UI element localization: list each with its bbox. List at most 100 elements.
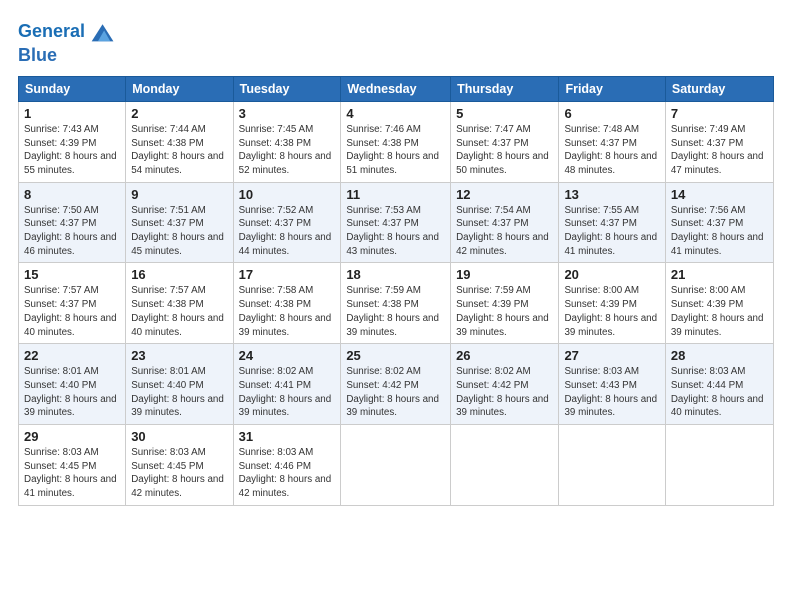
weekday-header-row: SundayMondayTuesdayWednesdayThursdayFrid… xyxy=(19,76,774,101)
day-info: Sunrise: 7:51 AM Sunset: 4:37 PM Dayligh… xyxy=(131,204,227,259)
day-info: Sunrise: 7:43 AM Sunset: 4:39 PM Dayligh… xyxy=(24,123,120,178)
calendar-cell: 5 Sunrise: 7:47 AM Sunset: 4:37 PM Dayli… xyxy=(451,101,559,182)
weekday-header-friday: Friday xyxy=(559,76,665,101)
day-number: 21 xyxy=(671,267,768,282)
calendar-cell: 13 Sunrise: 7:55 AM Sunset: 4:37 PM Dayl… xyxy=(559,182,665,263)
calendar-cell: 4 Sunrise: 7:46 AM Sunset: 4:38 PM Dayli… xyxy=(341,101,451,182)
day-info: Sunrise: 7:48 AM Sunset: 4:37 PM Dayligh… xyxy=(564,123,659,178)
calendar-cell: 20 Sunrise: 8:00 AM Sunset: 4:39 PM Dayl… xyxy=(559,263,665,344)
logo-text: General xyxy=(18,22,85,42)
calendar-cell: 25 Sunrise: 8:02 AM Sunset: 4:42 PM Dayl… xyxy=(341,344,451,425)
day-number: 25 xyxy=(346,348,445,363)
day-info: Sunrise: 8:02 AM Sunset: 4:41 PM Dayligh… xyxy=(239,365,336,420)
logo-blue-text: Blue xyxy=(18,46,115,66)
day-number: 28 xyxy=(671,348,768,363)
calendar-cell: 22 Sunrise: 8:01 AM Sunset: 4:40 PM Dayl… xyxy=(19,344,126,425)
calendar-cell: 30 Sunrise: 8:03 AM Sunset: 4:45 PM Dayl… xyxy=(126,425,233,506)
day-info: Sunrise: 8:02 AM Sunset: 4:42 PM Dayligh… xyxy=(456,365,553,420)
day-info: Sunrise: 8:00 AM Sunset: 4:39 PM Dayligh… xyxy=(671,284,768,339)
calendar-cell: 9 Sunrise: 7:51 AM Sunset: 4:37 PM Dayli… xyxy=(126,182,233,263)
calendar-cell: 19 Sunrise: 7:59 AM Sunset: 4:39 PM Dayl… xyxy=(451,263,559,344)
calendar-cell: 12 Sunrise: 7:54 AM Sunset: 4:37 PM Dayl… xyxy=(451,182,559,263)
day-number: 17 xyxy=(239,267,336,282)
calendar-cell: 27 Sunrise: 8:03 AM Sunset: 4:43 PM Dayl… xyxy=(559,344,665,425)
calendar-cell: 3 Sunrise: 7:45 AM Sunset: 4:38 PM Dayli… xyxy=(233,101,341,182)
calendar-week-row: 22 Sunrise: 8:01 AM Sunset: 4:40 PM Dayl… xyxy=(19,344,774,425)
calendar-cell: 10 Sunrise: 7:52 AM Sunset: 4:37 PM Dayl… xyxy=(233,182,341,263)
calendar-cell: 18 Sunrise: 7:59 AM Sunset: 4:38 PM Dayl… xyxy=(341,263,451,344)
calendar-cell: 11 Sunrise: 7:53 AM Sunset: 4:37 PM Dayl… xyxy=(341,182,451,263)
day-number: 24 xyxy=(239,348,336,363)
calendar-cell xyxy=(665,425,773,506)
day-info: Sunrise: 8:01 AM Sunset: 4:40 PM Dayligh… xyxy=(131,365,227,420)
day-info: Sunrise: 7:53 AM Sunset: 4:37 PM Dayligh… xyxy=(346,204,445,259)
day-info: Sunrise: 7:49 AM Sunset: 4:37 PM Dayligh… xyxy=(671,123,768,178)
day-info: Sunrise: 8:03 AM Sunset: 4:44 PM Dayligh… xyxy=(671,365,768,420)
calendar-week-row: 8 Sunrise: 7:50 AM Sunset: 4:37 PM Dayli… xyxy=(19,182,774,263)
calendar-cell xyxy=(341,425,451,506)
day-info: Sunrise: 7:57 AM Sunset: 4:38 PM Dayligh… xyxy=(131,284,227,339)
day-info: Sunrise: 7:57 AM Sunset: 4:37 PM Dayligh… xyxy=(24,284,120,339)
day-number: 8 xyxy=(24,187,120,202)
day-number: 10 xyxy=(239,187,336,202)
day-info: Sunrise: 8:03 AM Sunset: 4:46 PM Dayligh… xyxy=(239,446,336,501)
weekday-header-sunday: Sunday xyxy=(19,76,126,101)
day-info: Sunrise: 7:58 AM Sunset: 4:38 PM Dayligh… xyxy=(239,284,336,339)
day-number: 16 xyxy=(131,267,227,282)
day-number: 22 xyxy=(24,348,120,363)
day-number: 5 xyxy=(456,106,553,121)
day-info: Sunrise: 8:03 AM Sunset: 4:45 PM Dayligh… xyxy=(24,446,120,501)
calendar-cell: 8 Sunrise: 7:50 AM Sunset: 4:37 PM Dayli… xyxy=(19,182,126,263)
calendar-table: SundayMondayTuesdayWednesdayThursdayFrid… xyxy=(18,76,774,506)
calendar-week-row: 29 Sunrise: 8:03 AM Sunset: 4:45 PM Dayl… xyxy=(19,425,774,506)
day-info: Sunrise: 7:46 AM Sunset: 4:38 PM Dayligh… xyxy=(346,123,445,178)
calendar-cell: 7 Sunrise: 7:49 AM Sunset: 4:37 PM Dayli… xyxy=(665,101,773,182)
calendar-week-row: 1 Sunrise: 7:43 AM Sunset: 4:39 PM Dayli… xyxy=(19,101,774,182)
calendar-cell xyxy=(559,425,665,506)
day-number: 23 xyxy=(131,348,227,363)
day-info: Sunrise: 8:03 AM Sunset: 4:45 PM Dayligh… xyxy=(131,446,227,501)
calendar-cell: 29 Sunrise: 8:03 AM Sunset: 4:45 PM Dayl… xyxy=(19,425,126,506)
day-info: Sunrise: 7:59 AM Sunset: 4:39 PM Dayligh… xyxy=(456,284,553,339)
calendar-cell: 31 Sunrise: 8:03 AM Sunset: 4:46 PM Dayl… xyxy=(233,425,341,506)
day-info: Sunrise: 7:47 AM Sunset: 4:37 PM Dayligh… xyxy=(456,123,553,178)
calendar-cell: 1 Sunrise: 7:43 AM Sunset: 4:39 PM Dayli… xyxy=(19,101,126,182)
day-info: Sunrise: 7:55 AM Sunset: 4:37 PM Dayligh… xyxy=(564,204,659,259)
day-info: Sunrise: 7:59 AM Sunset: 4:38 PM Dayligh… xyxy=(346,284,445,339)
day-number: 29 xyxy=(24,429,120,444)
calendar-cell: 16 Sunrise: 7:57 AM Sunset: 4:38 PM Dayl… xyxy=(126,263,233,344)
weekday-header-saturday: Saturday xyxy=(665,76,773,101)
day-info: Sunrise: 8:02 AM Sunset: 4:42 PM Dayligh… xyxy=(346,365,445,420)
day-info: Sunrise: 8:00 AM Sunset: 4:39 PM Dayligh… xyxy=(564,284,659,339)
day-number: 2 xyxy=(131,106,227,121)
day-number: 27 xyxy=(564,348,659,363)
day-number: 15 xyxy=(24,267,120,282)
day-number: 18 xyxy=(346,267,445,282)
day-number: 13 xyxy=(564,187,659,202)
calendar-cell: 15 Sunrise: 7:57 AM Sunset: 4:37 PM Dayl… xyxy=(19,263,126,344)
day-number: 30 xyxy=(131,429,227,444)
day-number: 26 xyxy=(456,348,553,363)
page: General Blue SundayMondayTuesdayWednesda… xyxy=(0,0,792,612)
day-number: 14 xyxy=(671,187,768,202)
day-number: 19 xyxy=(456,267,553,282)
day-info: Sunrise: 8:01 AM Sunset: 4:40 PM Dayligh… xyxy=(24,365,120,420)
calendar-week-row: 15 Sunrise: 7:57 AM Sunset: 4:37 PM Dayl… xyxy=(19,263,774,344)
calendar-cell: 28 Sunrise: 8:03 AM Sunset: 4:44 PM Dayl… xyxy=(665,344,773,425)
weekday-header-thursday: Thursday xyxy=(451,76,559,101)
day-number: 6 xyxy=(564,106,659,121)
calendar-cell xyxy=(451,425,559,506)
day-number: 1 xyxy=(24,106,120,121)
day-number: 4 xyxy=(346,106,445,121)
day-info: Sunrise: 7:54 AM Sunset: 4:37 PM Dayligh… xyxy=(456,204,553,259)
day-info: Sunrise: 7:50 AM Sunset: 4:37 PM Dayligh… xyxy=(24,204,120,259)
day-info: Sunrise: 7:44 AM Sunset: 4:38 PM Dayligh… xyxy=(131,123,227,178)
day-info: Sunrise: 7:52 AM Sunset: 4:37 PM Dayligh… xyxy=(239,204,336,259)
calendar-cell: 2 Sunrise: 7:44 AM Sunset: 4:38 PM Dayli… xyxy=(126,101,233,182)
weekday-header-monday: Monday xyxy=(126,76,233,101)
logo: General Blue xyxy=(18,18,115,66)
day-number: 3 xyxy=(239,106,336,121)
day-info: Sunrise: 8:03 AM Sunset: 4:43 PM Dayligh… xyxy=(564,365,659,420)
calendar-cell: 6 Sunrise: 7:48 AM Sunset: 4:37 PM Dayli… xyxy=(559,101,665,182)
calendar-cell: 26 Sunrise: 8:02 AM Sunset: 4:42 PM Dayl… xyxy=(451,344,559,425)
